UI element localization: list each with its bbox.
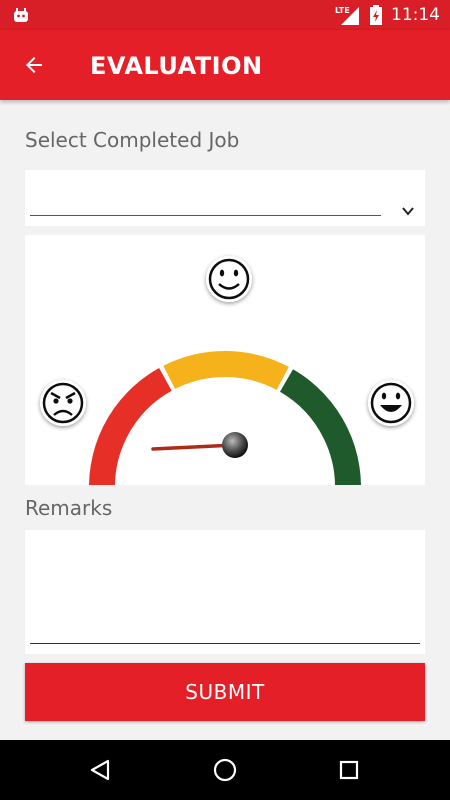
gauge-svg xyxy=(40,256,414,485)
arrow-left-icon xyxy=(26,57,42,73)
status-bar: LTE 11:14 xyxy=(0,0,450,30)
gauge-segment-good xyxy=(279,369,361,485)
gauge-segment-bad xyxy=(89,368,172,485)
nav-back-button[interactable] xyxy=(82,752,118,788)
page-title: EVALUATION xyxy=(90,52,263,80)
dropdown-underline xyxy=(30,215,381,216)
angry-face-icon[interactable] xyxy=(40,380,86,426)
clock-time: 11:14 xyxy=(391,5,440,25)
remarks-label: Remarks xyxy=(25,496,113,520)
battery-icon xyxy=(370,5,382,25)
gauge-segment-neutral xyxy=(163,351,289,391)
remarks-input[interactable] xyxy=(30,534,420,640)
remarks-underline xyxy=(30,643,420,644)
signal-icon: LTE xyxy=(335,6,359,25)
remarks-field-container xyxy=(25,530,425,654)
gauge-knob xyxy=(222,432,248,458)
nav-home-button[interactable] xyxy=(207,752,243,788)
chevron-down-icon xyxy=(402,207,414,216)
recents-square-icon xyxy=(339,760,359,780)
nav-recents-button[interactable] xyxy=(331,752,367,788)
navigation-bar xyxy=(0,740,450,800)
back-button[interactable] xyxy=(14,48,54,82)
svg-text:LTE: LTE xyxy=(335,6,350,15)
rating-gauge[interactable] xyxy=(25,235,425,485)
happy-face-icon[interactable] xyxy=(368,380,414,426)
smile-face-icon[interactable] xyxy=(206,256,252,302)
android-icon xyxy=(14,8,28,22)
job-dropdown[interactable] xyxy=(25,170,425,226)
submit-button[interactable]: SUBMIT xyxy=(25,663,425,721)
app-bar: EVALUATION xyxy=(0,30,450,100)
job-label: Select Completed Job xyxy=(25,128,240,152)
back-triangle-icon xyxy=(90,759,110,781)
status-icons: LTE 11:14 xyxy=(335,0,440,30)
home-circle-icon xyxy=(213,758,237,782)
